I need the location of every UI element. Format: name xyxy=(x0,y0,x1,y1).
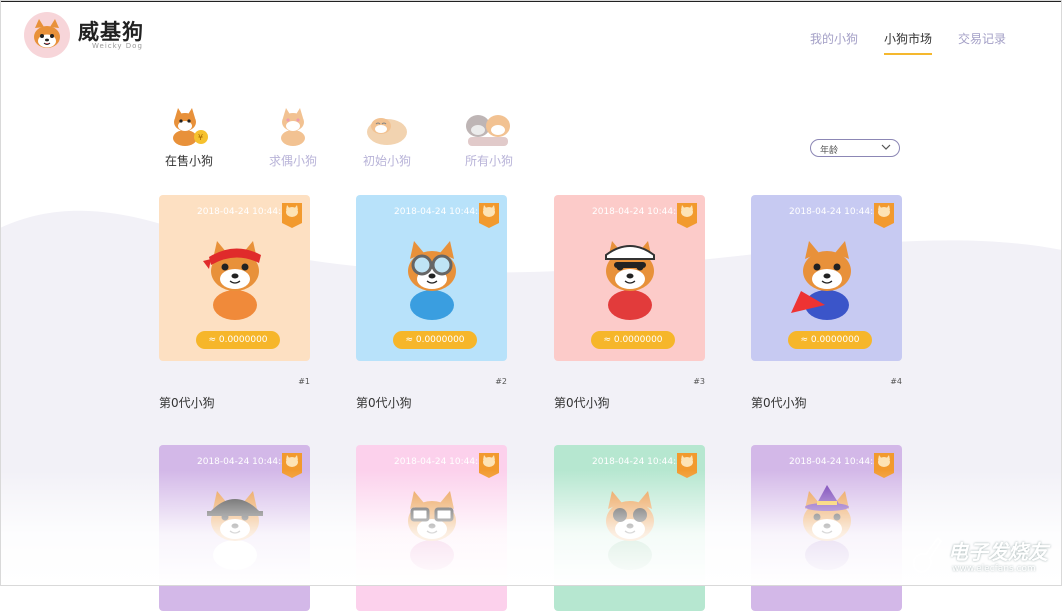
guitar-logo-icon xyxy=(912,536,943,573)
dog-avatar-witch-hat xyxy=(803,485,851,570)
dog-avatar-headband xyxy=(203,241,261,320)
watermark-text: 电子发烧友 xyxy=(948,540,1048,564)
new-dog-badge-icon xyxy=(874,453,894,478)
card-id: #1 xyxy=(298,377,310,386)
card-date: 2018-04-24 10:44:59 xyxy=(592,207,688,217)
card-name[interactable]: 第0代小狗 xyxy=(554,394,610,411)
watermark-url: www.elecfans.com xyxy=(952,564,1036,574)
new-dog-badge-icon xyxy=(282,203,302,228)
dog-card[interactable]: 2018-04-24 10:44:59 xyxy=(159,445,310,611)
card-date: 2018-04-24 10:44:59 xyxy=(197,457,293,467)
top-nav: 我的小狗 小狗市场 交易记录 xyxy=(810,30,1006,55)
card-date: 2018-04-24 10:44:59 xyxy=(789,207,885,217)
dog-card[interactable]: 2018-04-24 10:44:59 xyxy=(356,445,507,611)
watermark: 电子发烧友 www.elecfans.com xyxy=(908,532,1048,578)
filter-label: 所有小狗 xyxy=(464,154,513,168)
filter-tabs: ¥ 在售小狗 求偶小狗 初始小狗 所有小狗 xyxy=(158,104,538,174)
logo-subtitle: Weicky Dog xyxy=(92,42,143,50)
new-dog-badge-icon xyxy=(479,453,499,478)
dog-with-coin-icon: ¥ xyxy=(173,108,208,146)
new-dog-badge-icon xyxy=(479,203,499,228)
dog-avatar-cape xyxy=(791,241,851,320)
dog-avatar-cap xyxy=(605,241,655,320)
dog-card[interactable]: 2018-04-24 10:44:59 xyxy=(554,445,705,611)
baby-dog-icon xyxy=(367,118,407,145)
card-date: 2018-04-24 10:44:59 xyxy=(394,457,490,467)
filter-on-sale[interactable]: ¥ 在售小狗 xyxy=(154,104,224,169)
sort-label: 年龄 xyxy=(820,146,839,156)
dog-card[interactable]: 2018-04-24 10:44:59 xyxy=(751,445,902,611)
card-name[interactable]: 第0代小狗 xyxy=(356,394,412,411)
logo[interactable] xyxy=(24,12,70,58)
filter-courting[interactable]: 求偶小狗 xyxy=(258,104,328,169)
nav-dog-market[interactable]: 小狗市场 xyxy=(883,30,932,55)
filter-label: 初始小狗 xyxy=(362,154,411,168)
sort-dropdown[interactable]: 年龄 xyxy=(810,139,900,157)
card-date: 2018-04-24 10:44:59 xyxy=(789,457,885,467)
new-dog-badge-icon xyxy=(282,453,302,478)
nav-my-dogs[interactable]: 我的小狗 xyxy=(810,30,858,55)
new-dog-badge-icon xyxy=(677,453,697,478)
dog-avatar-sunglasses xyxy=(606,491,654,570)
price-button[interactable]: ≈ 0.0000000 xyxy=(196,331,280,349)
price-button[interactable]: ≈ 0.0000000 xyxy=(591,331,675,349)
new-dog-badge-icon xyxy=(874,203,894,228)
card-date: 2018-04-24 10:44:59 xyxy=(394,207,490,217)
filter-all[interactable]: 所有小狗 xyxy=(454,104,524,169)
card-date: 2018-04-24 10:44:59 xyxy=(197,207,293,217)
filter-label: 求偶小狗 xyxy=(268,154,317,168)
two-dogs-icon xyxy=(466,115,510,146)
dog-avatar-helmet xyxy=(207,491,263,570)
filter-label: 在售小狗 xyxy=(164,154,213,168)
filter-initial[interactable]: 初始小狗 xyxy=(352,104,422,169)
dog-avatar-goggles xyxy=(408,241,456,320)
dog-card[interactable]: 2018-04-24 10:44:59 ≈ 0.0000000 xyxy=(356,195,507,361)
shiba-logo-icon xyxy=(34,19,60,48)
card-id: #2 xyxy=(495,377,507,386)
price-button[interactable]: ≈ 0.0000000 xyxy=(788,331,872,349)
svg-text:¥: ¥ xyxy=(198,133,203,142)
dog-in-love-icon xyxy=(281,108,305,146)
dog-card[interactable]: 2018-04-24 10:44:59 ≈ 0.0000000 xyxy=(159,195,310,361)
dog-card[interactable]: 2018-04-24 10:44:59 ≈ 0.0000000 xyxy=(554,195,705,361)
dog-avatar-glasses xyxy=(408,491,456,570)
card-name[interactable]: 第0代小狗 xyxy=(751,394,807,411)
nav-trade-records[interactable]: 交易记录 xyxy=(958,30,1006,55)
card-name[interactable]: 第0代小狗 xyxy=(159,394,215,411)
new-dog-badge-icon xyxy=(677,203,697,228)
card-date: 2018-04-24 10:44:59 xyxy=(592,457,688,467)
chevron-down-icon xyxy=(881,144,891,150)
price-button[interactable]: ≈ 0.0000000 xyxy=(393,331,477,349)
header: 威基狗 Weicky Dog 我的小狗 小狗市场 交易记录 xyxy=(0,2,1062,72)
dog-card[interactable]: 2018-04-24 10:44:59 ≈ 0.0000000 xyxy=(751,195,902,361)
card-id: #3 xyxy=(693,377,705,386)
card-id: #4 xyxy=(890,377,902,386)
